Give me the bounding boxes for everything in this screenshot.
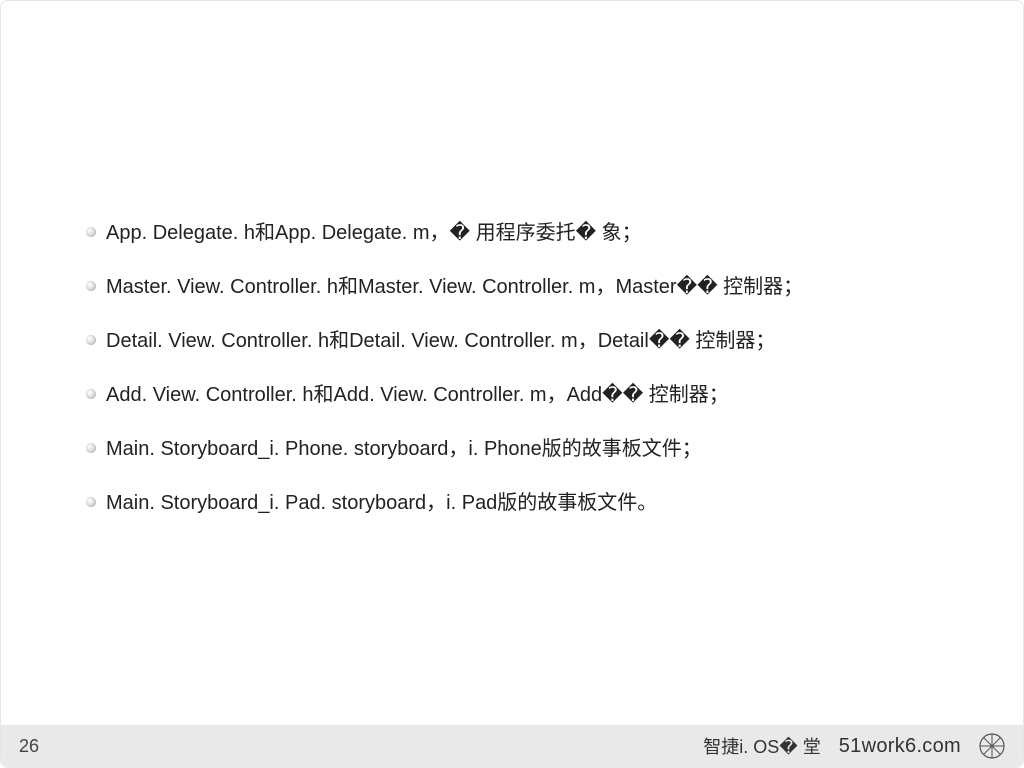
list-item: Add. View. Controller. h和Add. View. Cont… <box>86 381 963 409</box>
list-item: Main. Storyboard_i. Phone. storyboard，i.… <box>86 435 963 463</box>
content-area: App. Delegate. h和App. Delegate. m，� 用程序委… <box>86 219 963 543</box>
bullet-icon <box>86 281 96 291</box>
wheel-icon <box>979 733 1005 759</box>
list-item: Master. View. Controller. h和Master. View… <box>86 273 963 301</box>
footer-right: 智捷i. OS� 堂 51work6.com <box>703 733 1005 759</box>
footer-brand-text: 51work6.com <box>839 735 961 758</box>
bullet-icon <box>86 389 96 399</box>
footer-class-text: 智捷i. OS� 堂 <box>703 733 820 759</box>
bullet-icon <box>86 497 96 507</box>
bullet-icon <box>86 335 96 345</box>
list-item: Main. Storyboard_i. Pad. storyboard，i. P… <box>86 489 963 517</box>
page-number: 26 <box>19 736 39 757</box>
slide-container: App. Delegate. h和App. Delegate. m，� 用程序委… <box>0 0 1024 768</box>
list-item: Detail. View. Controller. h和Detail. View… <box>86 327 963 355</box>
list-item-text: Main. Storyboard_i. Phone. storyboard，i.… <box>106 435 702 463</box>
list-item-text: Main. Storyboard_i. Pad. storyboard，i. P… <box>106 489 657 517</box>
list-item-text: Detail. View. Controller. h和Detail. View… <box>106 327 775 355</box>
bullet-icon <box>86 227 96 237</box>
list-item: App. Delegate. h和App. Delegate. m，� 用程序委… <box>86 219 963 247</box>
bullet-icon <box>86 443 96 453</box>
list-item-text: Add. View. Controller. h和Add. View. Cont… <box>106 381 729 409</box>
list-item-text: Master. View. Controller. h和Master. View… <box>106 273 803 301</box>
footer-bar: 26 智捷i. OS� 堂 51work6.com <box>1 725 1023 767</box>
list-item-text: App. Delegate. h和App. Delegate. m，� 用程序委… <box>106 219 642 247</box>
